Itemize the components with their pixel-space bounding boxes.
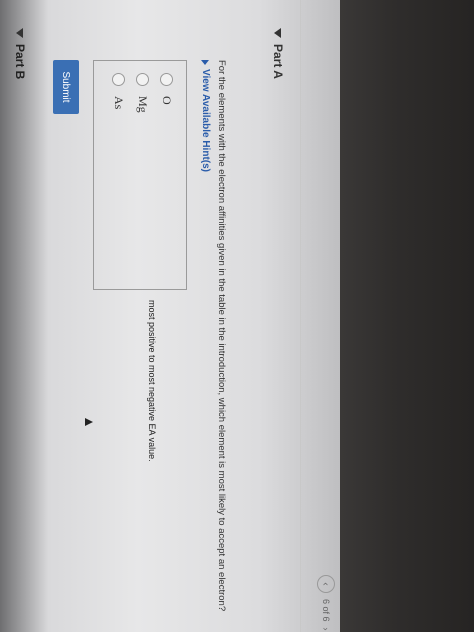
part-a-title: Part A [271, 44, 285, 79]
assignment-page: ‹ 6 of 6 › Part A For the elements with … [0, 0, 345, 632]
mouse-pointer-icon [85, 418, 93, 426]
option-o[interactable]: O [159, 73, 174, 105]
part-b-title: Part B [13, 44, 27, 80]
collapse-triangle-icon [16, 28, 24, 38]
page-counter: 6 of 6 [321, 599, 331, 622]
part-b-header[interactable]: Part B [13, 28, 27, 79]
question-text: For the elements with the electron affin… [216, 60, 227, 612]
collapse-triangle-icon [274, 28, 282, 38]
view-hints-link[interactable]: View Available Hint(s) [200, 60, 211, 172]
radio-button[interactable] [160, 73, 173, 86]
previous-button[interactable]: ‹ [317, 575, 335, 593]
part-a-header[interactable]: Part A [271, 28, 285, 79]
next-button[interactable]: › [321, 628, 331, 631]
option-mg[interactable]: Mg [135, 73, 150, 113]
option-as[interactable]: As [111, 73, 126, 109]
expand-triangle-icon [201, 60, 210, 65]
monitor-bezel [340, 0, 474, 632]
pager: ‹ 6 of 6 › [317, 575, 335, 631]
section-divider [300, 0, 301, 632]
radio-button[interactable] [112, 73, 125, 86]
answer-options-box: O Mg As [93, 60, 187, 290]
option-label: As [112, 96, 126, 110]
screen: ‹ 6 of 6 › Part A For the elements with … [0, 0, 345, 632]
option-label: Mg [136, 96, 150, 113]
view-hints-label: View Available Hint(s) [200, 69, 211, 172]
radio-button[interactable] [136, 73, 149, 86]
option-label: O [160, 96, 174, 105]
submit-button[interactable]: Submit [53, 60, 79, 114]
part-b-instruction-fragment: most positive to most negative EA value. [147, 300, 157, 462]
